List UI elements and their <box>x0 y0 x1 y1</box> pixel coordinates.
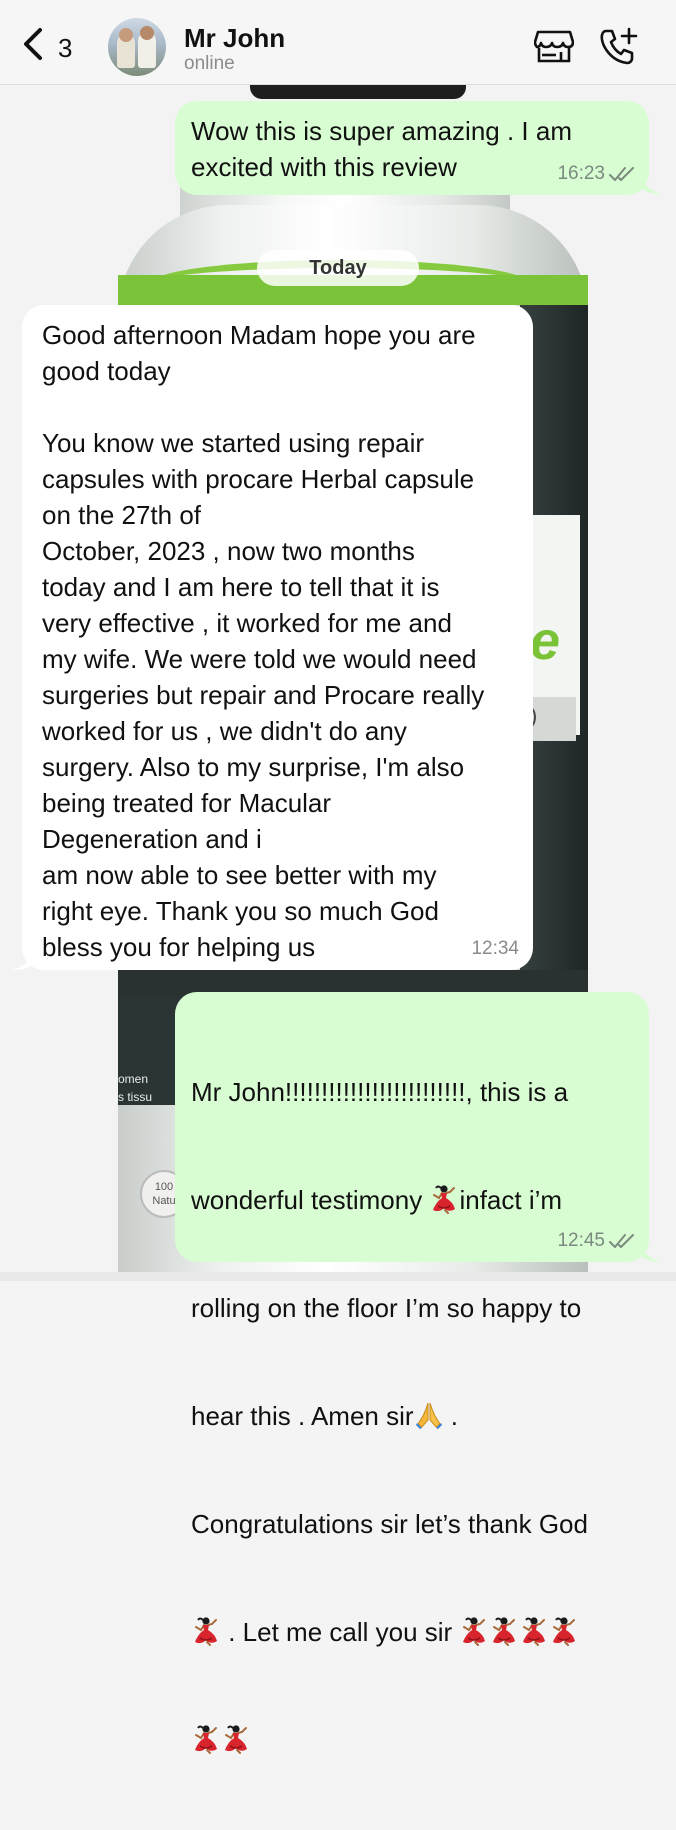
message-line: Congratulations sir let’s thank God <box>191 1509 588 1539</box>
woman-dancing-icon <box>191 1616 221 1646</box>
message-time: 12:34 <box>471 938 519 959</box>
woman-dancing-icon <box>191 1724 221 1754</box>
wallpaper-label-letter: e <box>530 611 561 671</box>
message-meta: 16:23 <box>557 163 635 185</box>
chat-header: 3 Mr John online <box>0 0 676 85</box>
message-time: 16:23 <box>557 163 605 184</box>
woman-dancing-icon <box>549 1616 579 1646</box>
woman-dancing-icon <box>221 1724 251 1754</box>
contact-status: online <box>184 53 235 74</box>
bottom-edge <box>0 1272 676 1281</box>
message-line: wonderful testimony infact i’m <box>191 1184 563 1215</box>
woman-dancing-icon <box>489 1616 519 1646</box>
unread-count[interactable]: 3 <box>58 33 72 64</box>
woman-dancing-icon <box>429 1184 459 1214</box>
day-separator: Today <box>257 250 419 286</box>
add-call-icon[interactable] <box>598 26 640 68</box>
outgoing-message[interactable]: Wow this is super amazing . I am excited… <box>175 101 649 195</box>
folded-hands-icon <box>414 1400 444 1430</box>
bubble-tail-icon <box>12 946 36 970</box>
wallpaper-side-text: omen s tissu <box>118 1072 153 1104</box>
message-line: hear this . Amen sir . <box>191 1400 458 1431</box>
message-time: 12:45 <box>557 1230 605 1251</box>
avatar[interactable] <box>108 18 166 76</box>
bubble-tail-icon <box>640 1240 662 1262</box>
message-meta: 12:34 <box>471 938 519 960</box>
message-line: Mr John!!!!!!!!!!!!!!!!!!!!!!!!!, this i… <box>191 1077 569 1107</box>
message-text: Good afternoon Madam hope you are good t… <box>42 320 485 962</box>
message-line: . Let me call you sir <box>191 1614 633 1650</box>
woman-dancing-icon <box>519 1616 549 1646</box>
contact-name[interactable]: Mr John <box>184 23 285 54</box>
message-line <box>191 1722 633 1758</box>
back-chevron-icon[interactable] <box>18 26 48 62</box>
message-meta: 12:45 <box>557 1230 635 1252</box>
bubble-tail-icon <box>640 172 662 194</box>
incoming-message[interactable]: Good afternoon Madam hope you are good t… <box>22 305 533 970</box>
message-line: rolling on the floor I’m so happy to <box>191 1293 582 1323</box>
read-ticks-icon <box>609 1233 635 1249</box>
outgoing-message[interactable]: Mr John!!!!!!!!!!!!!!!!!!!!!!!!!, this i… <box>175 992 649 1262</box>
shop-icon[interactable] <box>534 28 574 64</box>
woman-dancing-icon <box>459 1616 489 1646</box>
message-text: Mr John!!!!!!!!!!!!!!!!!!!!!!!!!, this i… <box>191 1002 633 1830</box>
read-ticks-icon <box>609 166 635 182</box>
